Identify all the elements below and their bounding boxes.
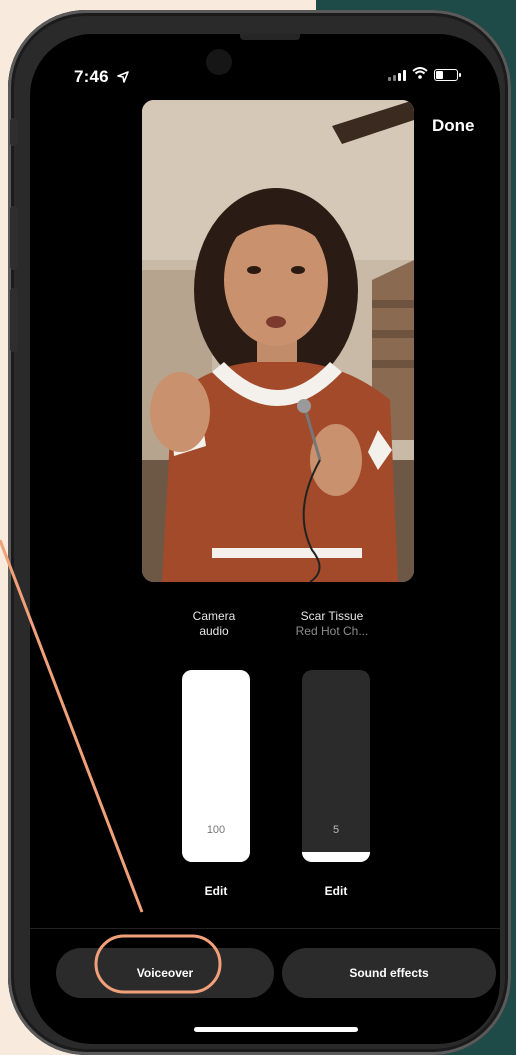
done-button[interactable]: Done (432, 116, 475, 136)
volume-down-button (10, 288, 18, 352)
voiceover-label: Voiceover (136, 966, 194, 980)
battery-icon (434, 68, 461, 81)
location-arrow-icon (116, 68, 129, 88)
page: 7:46 Done Camera audio Scar Tissue Red H… (0, 0, 516, 1055)
phone-frame: 7:46 Done Camera audio Scar Tissue Red H… (8, 10, 511, 1055)
camera-audio-volume-slider[interactable]: 100 (182, 670, 250, 862)
cellular-signal-icon (388, 69, 406, 81)
status-time-text: 7:46 (74, 67, 109, 86)
music-volume-value: 5 (332, 824, 340, 836)
mute-switch (10, 118, 18, 146)
camera-audio-edit-button[interactable]: Edit (182, 884, 250, 898)
home-indicator[interactable] (194, 1027, 358, 1032)
video-preview[interactable] (142, 100, 414, 582)
camera-audio-volume-value: 100 (206, 824, 226, 836)
camera-audio-slider-handle[interactable] (182, 670, 250, 678)
wifi-icon (412, 67, 428, 82)
music-slider-handle[interactable] (302, 852, 370, 860)
music-track-title: Scar Tissue (300, 609, 364, 623)
front-camera (206, 49, 232, 75)
video-frame-illustration (142, 100, 414, 582)
music-track-artist: Red Hot Ch... (295, 624, 369, 638)
sound-effects-button[interactable]: Sound effects (282, 948, 496, 998)
music-track-label: Scar Tissue Red Hot Ch... (282, 609, 382, 639)
phone-screen: 7:46 Done Camera audio Scar Tissue Red H… (30, 34, 500, 1044)
music-volume-slider[interactable]: 5 (302, 670, 370, 862)
music-edit-button[interactable]: Edit (302, 884, 370, 898)
sound-effects-label: Sound effects (349, 966, 429, 980)
status-time: 7:46 (74, 67, 129, 88)
camera-audio-label: Camera audio (176, 609, 252, 639)
divider (30, 928, 500, 929)
camera-audio-title-line2: audio (199, 624, 229, 638)
voiceover-button[interactable]: Voiceover (56, 948, 274, 998)
camera-audio-title-line1: Camera (192, 609, 236, 623)
speaker-grille (240, 34, 300, 40)
volume-up-button (10, 206, 18, 270)
status-icons (388, 67, 461, 82)
